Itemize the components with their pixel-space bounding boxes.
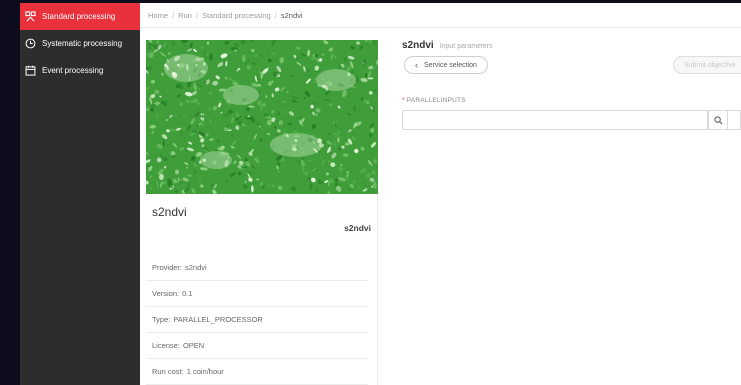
meta-key: Provider: — [152, 263, 183, 272]
sidebar-item-label: Standard processing — [42, 12, 116, 21]
chevron-left-icon: ‹ — [415, 60, 418, 70]
parallelinputs-field — [402, 110, 741, 130]
parallelinputs-input[interactable] — [402, 110, 708, 130]
input-parameters-panel: s2ndvi Input parameters ‹ Service select… — [402, 40, 741, 130]
meta-value: s2ndvi — [185, 263, 207, 272]
panel-actions: ‹ Service selection Submit objective — [402, 56, 741, 78]
meta-value: 0.1 — [182, 289, 193, 298]
required-marker: * — [402, 97, 405, 104]
service-selection-button[interactable]: ‹ Service selection — [404, 56, 488, 74]
service-thumbnail-image — [146, 40, 378, 194]
meta-row-license: License: OPEN — [146, 333, 368, 359]
sidebar-item-label: Event processing — [42, 66, 104, 75]
field-label-text: PARALLELINPUTS — [406, 97, 466, 104]
service-card: s2ndvi s2ndvi Provider: s2ndvi Version: 0.… — [146, 40, 378, 385]
calendar-icon — [24, 65, 36, 77]
field-action-button[interactable] — [728, 110, 741, 130]
breadcrumb-run[interactable]: Run — [178, 11, 192, 20]
meta-key: License: — [152, 341, 180, 350]
panel-title: s2ndvi — [402, 40, 434, 51]
panel-subtitle: Input parameters — [439, 43, 493, 50]
service-card-subtitle: s2ndvi — [344, 223, 371, 233]
meta-value: OPEN — [182, 341, 205, 350]
search-icon[interactable] — [708, 110, 728, 130]
breadcrumb-current: s2ndvi — [280, 10, 303, 20]
sidebar-item-systematic-processing[interactable]: Systematic processing — [20, 30, 140, 57]
breadcrumb-separator: / — [195, 10, 198, 20]
panel-header: s2ndvi Input parameters — [402, 40, 741, 51]
main-content: Home / Run / Standard processing / s2ndv… — [140, 3, 741, 385]
meta-row-version: Version: 0.1 — [146, 281, 368, 307]
service-meta-list: Provider: s2ndvi Version: 0.1 Type: PARALLE… — [146, 255, 377, 385]
sidebar-item-label: Systematic processing — [42, 39, 123, 48]
service-card-title: s2ndvi — [152, 205, 187, 219]
breadcrumb-separator: / — [274, 10, 277, 20]
breadcrumb-standard-processing[interactable]: Standard processing — [202, 11, 271, 20]
meta-row-run-cost: Run cost: 1 coin/hour — [146, 359, 368, 385]
sidebar-item-standard-processing[interactable]: Standard processing — [20, 3, 140, 30]
service-selection-label: Service selection — [424, 61, 477, 69]
standard-processing-icon — [24, 11, 36, 23]
meta-row-provider: Provider: s2ndvi — [146, 255, 368, 281]
screen-frame-left — [0, 0, 20, 385]
breadcrumb-separator: / — [172, 10, 175, 20]
meta-row-type: Type: PARALLEL_PROCESSOR — [146, 307, 368, 333]
meta-value: 1 coin/hour — [186, 367, 224, 376]
meta-key: Type: — [152, 315, 171, 324]
meta-value: PARALLEL_PROCESSOR — [173, 315, 263, 324]
meta-key: Version: — [152, 289, 180, 298]
submit-button[interactable]: Submit objective — [673, 56, 741, 74]
breadcrumb-home[interactable]: Home — [148, 11, 168, 20]
submit-label: Submit objective — [684, 61, 736, 69]
meta-key: Run cost: — [152, 367, 184, 376]
sidebar: Standard processing Systematic processin… — [20, 3, 140, 385]
sidebar-item-event-processing[interactable]: Event processing — [20, 57, 140, 84]
breadcrumb: Home / Run / Standard processing / s2ndv… — [140, 3, 741, 28]
parallelinputs-label: * PARALLELINPUTS — [402, 97, 741, 104]
clock-icon — [24, 38, 36, 50]
